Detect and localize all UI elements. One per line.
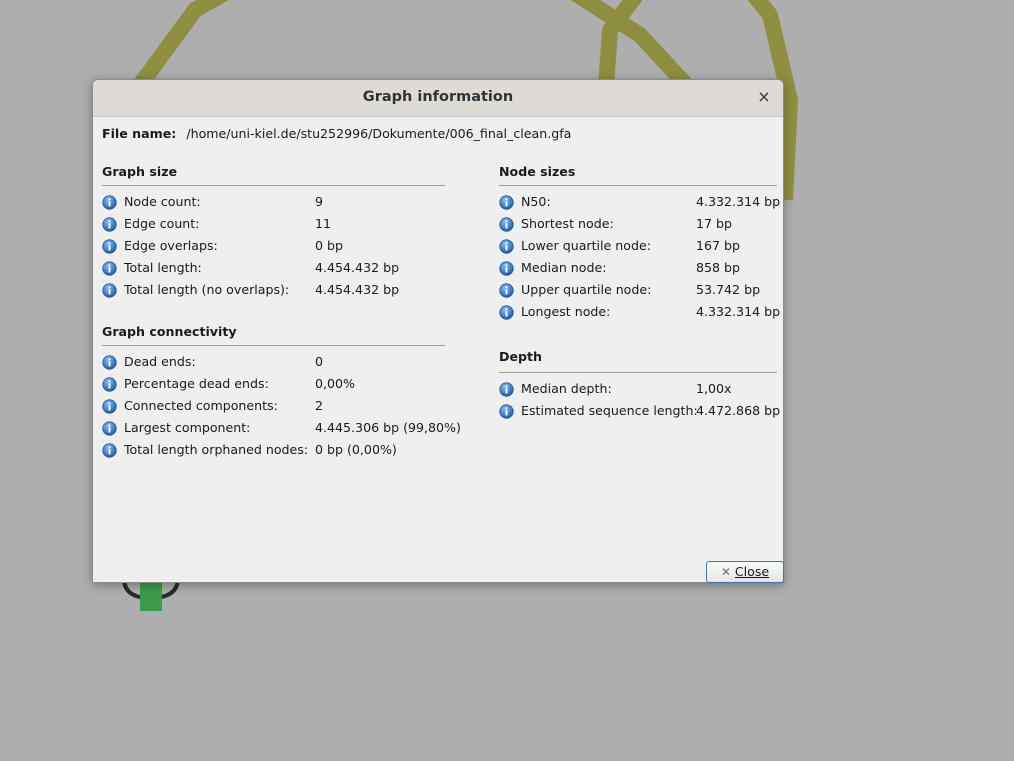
section-title-node-sizes: Node sizes <box>499 164 576 179</box>
info-value: 9 <box>315 194 324 209</box>
info-icon[interactable] <box>102 283 117 298</box>
file-name-row: File name: /home/uni-kiel.de/stu252996/D… <box>102 126 571 141</box>
info-icon[interactable] <box>499 239 514 254</box>
info-value: 4.472.868 bp <box>696 403 781 418</box>
info-value: 4.454.432 bp <box>315 282 400 297</box>
info-row: Total length: 4.454.432 bp <box>102 259 442 279</box>
info-icon[interactable] <box>499 305 514 320</box>
info-icon[interactable] <box>102 195 117 210</box>
info-label: Percentage dead ends: <box>124 376 269 391</box>
section-divider <box>102 345 445 346</box>
info-icon[interactable] <box>102 443 117 458</box>
info-row: Median depth: 1,00x <box>499 380 839 400</box>
info-row: Estimated sequence length: 4.472.868 bp <box>499 402 839 422</box>
info-value: 2 <box>315 398 324 413</box>
info-row: Largest component: 4.445.306 bp (99,80%) <box>102 419 461 439</box>
info-icon[interactable] <box>102 377 117 392</box>
info-value: 1,00x <box>696 381 732 396</box>
info-icon[interactable] <box>499 382 514 397</box>
info-label: Dead ends: <box>124 354 196 369</box>
info-value: 11 <box>315 216 332 231</box>
info-icon[interactable] <box>499 195 514 210</box>
info-value: 0 <box>315 354 324 369</box>
info-row: Edge count: 11 <box>102 215 442 235</box>
info-icon[interactable] <box>499 283 514 298</box>
info-row: Dead ends: 0 <box>102 353 442 373</box>
file-name-value: /home/uni-kiel.de/stu252996/Dokumente/00… <box>186 126 572 141</box>
info-icon[interactable] <box>499 404 514 419</box>
info-label: Node count: <box>124 194 201 209</box>
section-title-graph-connectivity: Graph connectivity <box>102 324 237 339</box>
info-label: Connected components: <box>124 398 278 413</box>
info-value: 4.332.314 bp <box>696 194 781 209</box>
info-label: Largest component: <box>124 420 251 435</box>
info-label: Longest node: <box>521 304 611 319</box>
info-value: 858 bp <box>696 260 741 275</box>
graph-edge <box>133 0 229 90</box>
info-value: 4.332.314 bp <box>696 304 781 319</box>
info-value: 4.445.306 bp (99,80%) <box>315 420 461 435</box>
info-row: Edge overlaps: 0 bp <box>102 237 442 257</box>
info-icon[interactable] <box>499 261 514 276</box>
info-value: 4.454.432 bp <box>315 260 400 275</box>
close-button[interactable]: ✕ Close <box>706 561 784 583</box>
info-value: 0 bp <box>315 238 344 253</box>
info-icon[interactable] <box>102 399 117 414</box>
section-title-graph-size: Graph size <box>102 164 178 179</box>
info-label: Total length orphaned nodes: <box>124 442 309 457</box>
info-value: 17 bp <box>696 216 733 231</box>
info-icon[interactable] <box>102 261 117 276</box>
section-divider <box>499 185 777 186</box>
info-value: 0 bp (0,00%) <box>315 442 397 457</box>
info-row: Total length orphaned nodes: 0 bp (0,00%) <box>102 441 442 461</box>
info-label: Total length (no overlaps): <box>124 282 290 297</box>
section-divider <box>499 372 777 373</box>
info-row: Percentage dead ends: 0,00% <box>102 375 442 395</box>
info-icon[interactable] <box>102 355 117 370</box>
dialog-titlebar[interactable]: Graph information × <box>93 80 783 117</box>
dialog-title: Graph information <box>362 89 514 105</box>
close-icon[interactable]: × <box>755 88 773 106</box>
file-name-label: File name: <box>102 126 177 141</box>
info-label: Upper quartile node: <box>521 282 652 297</box>
info-label: Median node: <box>521 260 607 275</box>
info-label: N50: <box>521 194 551 209</box>
section-title-depth: Depth <box>499 349 542 364</box>
info-row: Median node: 858 bp <box>499 259 839 279</box>
info-label: Total length: <box>124 260 202 275</box>
info-row: Upper quartile node: 53.742 bp <box>499 281 839 301</box>
info-row: Total length (no overlaps): 4.454.432 bp <box>102 281 442 301</box>
info-row: Node count: 9 <box>102 193 442 213</box>
info-label: Edge overlaps: <box>124 238 218 253</box>
info-icon[interactable] <box>499 217 514 232</box>
info-row: Connected components: 2 <box>102 397 442 417</box>
info-row: Shortest node: 17 bp <box>499 215 839 235</box>
close-button-label: Close <box>734 564 770 579</box>
info-row: Lower quartile node: 167 bp <box>499 237 839 257</box>
info-icon[interactable] <box>102 421 117 436</box>
info-label: Lower quartile node: <box>521 238 651 253</box>
info-value: 53.742 bp <box>696 282 761 297</box>
info-label: Median depth: <box>521 381 612 396</box>
graph-node <box>140 583 162 611</box>
close-icon: ✕ <box>720 565 731 579</box>
info-label: Shortest node: <box>521 216 614 231</box>
info-label: Estimated sequence length: <box>521 403 698 418</box>
info-icon[interactable] <box>102 217 117 232</box>
info-value: 0,00% <box>315 376 356 391</box>
section-divider <box>102 185 445 186</box>
info-label: Edge count: <box>124 216 200 231</box>
info-row: N50: 4.332.314 bp <box>499 193 839 213</box>
info-value: 167 bp <box>696 238 741 253</box>
graph-information-dialog: Graph information × File name: /home/uni… <box>92 79 784 583</box>
info-icon[interactable] <box>102 239 117 254</box>
info-row: Longest node: 4.332.314 bp <box>499 303 839 323</box>
